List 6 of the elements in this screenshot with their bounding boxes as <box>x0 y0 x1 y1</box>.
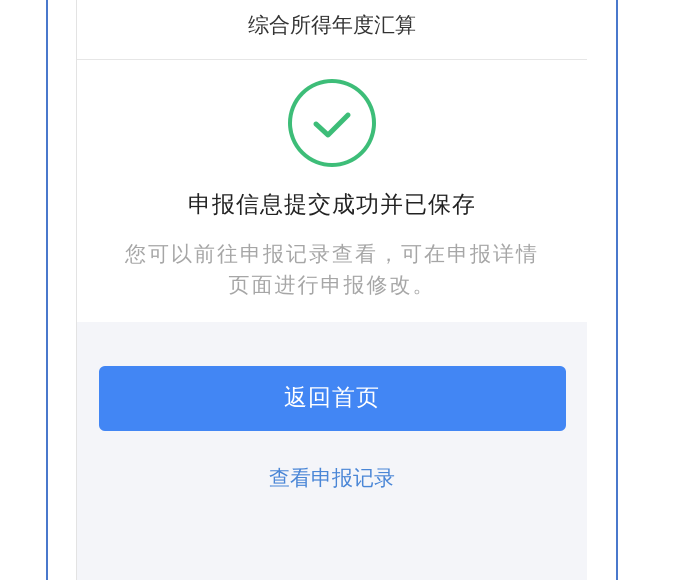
home-button[interactable]: 返回首页 <box>98 366 566 431</box>
check-circle-icon <box>287 78 377 168</box>
result-title: 申报信息提交成功并已保存 <box>188 191 476 220</box>
page-title: 综合所得年度汇算 <box>248 12 416 39</box>
records-link[interactable]: 查看申报记录 <box>269 463 395 494</box>
result-message: 您可以前往申报记录查看，可在申报详情页面进行申报修改。 <box>124 240 540 298</box>
